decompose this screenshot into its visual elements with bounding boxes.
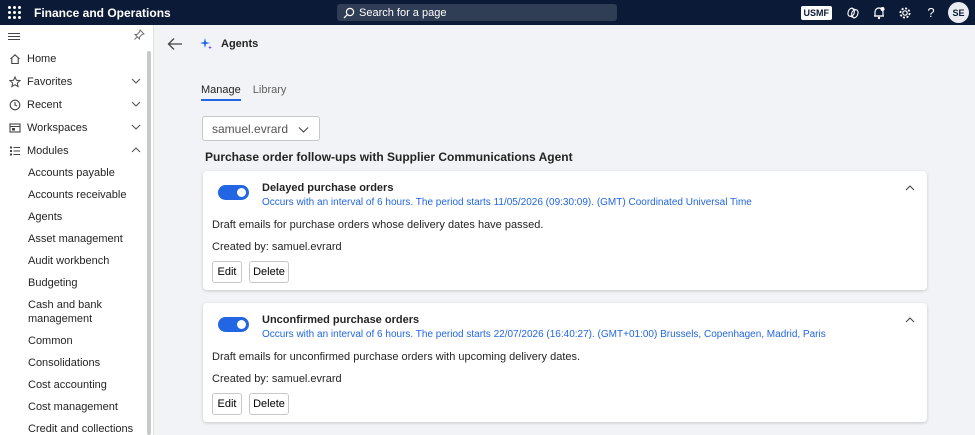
tab-manage[interactable]: Manage: [201, 84, 241, 101]
workspace-icon: [8, 121, 21, 134]
nav-item-modules[interactable]: Modules: [0, 139, 153, 162]
back-arrow-icon[interactable]: [167, 37, 183, 51]
delete-button[interactable]: Delete: [249, 393, 289, 415]
module-accounts-payable[interactable]: Accounts payable: [0, 162, 153, 184]
module-cash-and-bank-management[interactable]: Cash and bank management: [0, 294, 153, 330]
delete-button[interactable]: Delete: [249, 261, 289, 283]
agent-card: Delayed purchase orders Occurs with an i…: [203, 171, 927, 290]
agent-card-created-by: Created by: samuel.evrard: [212, 373, 342, 385]
module-cost-accounting[interactable]: Cost accounting: [0, 374, 153, 396]
nav-item-workspaces[interactable]: Workspaces: [0, 116, 153, 139]
pin-icon[interactable]: [133, 29, 145, 43]
agent-card-description: Draft emails for purchase orders whose d…: [212, 219, 544, 231]
edit-button[interactable]: Edit: [212, 393, 242, 415]
copilot-icon[interactable]: [840, 0, 866, 25]
module-cost-management[interactable]: Cost management: [0, 396, 153, 418]
home-icon: [8, 52, 21, 65]
agent-card-description: Draft emails for unconfirmed purchase or…: [212, 351, 581, 363]
top-bar: Finance and Operations Search for a page…: [0, 0, 975, 25]
module-accounts-receivable[interactable]: Accounts receivable: [0, 184, 153, 206]
page-title: Agents: [221, 38, 259, 50]
agent-card: Unconfirmed purchase orders Occurs with …: [203, 303, 927, 422]
app-title[interactable]: Finance and Operations: [34, 6, 171, 20]
agent-card-created-by: Created by: samuel.evrard: [212, 241, 342, 253]
navigation-pane: Home Favorites Recent Workspaces Modules…: [0, 25, 154, 435]
waffle-icon: [7, 6, 21, 19]
module-agents[interactable]: Agents: [0, 206, 153, 228]
sidebar-scrollbar[interactable]: [147, 51, 151, 435]
main-content: Agents Manage Library samuel.evrard Purc…: [155, 25, 975, 435]
agent-card-schedule[interactable]: Occurs with an interval of 6 hours. The …: [262, 197, 752, 208]
chevron-down-icon[interactable]: [131, 76, 141, 86]
edit-button[interactable]: Edit: [212, 261, 242, 283]
module-credit-and-collections[interactable]: Credit and collections: [0, 418, 153, 435]
user-dropdown[interactable]: samuel.evrard: [202, 116, 320, 141]
module-common[interactable]: Common: [0, 330, 153, 352]
chevron-down-icon[interactable]: [131, 99, 141, 109]
search-input[interactable]: Search for a page: [337, 4, 617, 21]
module-asset-management[interactable]: Asset management: [0, 228, 153, 250]
app-launcher-button[interactable]: [0, 0, 28, 25]
star-icon: [8, 75, 21, 88]
chevron-up-icon[interactable]: [905, 183, 915, 193]
help-icon[interactable]: ?: [918, 0, 944, 25]
search-placeholder: Search for a page: [359, 6, 447, 19]
nav-item-recent[interactable]: Recent: [0, 93, 153, 116]
module-audit-workbench[interactable]: Audit workbench: [0, 250, 153, 272]
nav-item-favorites[interactable]: Favorites: [0, 70, 153, 93]
module-consolidations[interactable]: Consolidations: [0, 352, 153, 374]
nav-item-home[interactable]: Home: [0, 47, 153, 70]
chevron-up-icon[interactable]: [905, 315, 915, 325]
tab-list: Manage Library: [201, 84, 298, 101]
enable-toggle[interactable]: [218, 185, 249, 200]
chevron-down-icon: [298, 127, 309, 133]
clock-icon: [8, 98, 21, 111]
user-avatar[interactable]: SE: [948, 2, 969, 23]
notifications-icon[interactable]: [866, 0, 892, 25]
enable-toggle[interactable]: [218, 317, 249, 332]
agent-card-title: Unconfirmed purchase orders: [262, 314, 420, 326]
list-icon: [8, 144, 21, 157]
user-dropdown-value: samuel.evrard: [212, 121, 289, 136]
company-picker[interactable]: USMF: [800, 5, 832, 20]
settings-gear-icon[interactable]: [892, 0, 918, 25]
sparkle-icon: [200, 38, 212, 50]
hamburger-menu-icon[interactable]: [8, 31, 20, 42]
search-icon: [343, 7, 355, 18]
chevron-down-icon[interactable]: [131, 122, 141, 132]
chevron-up-icon[interactable]: [131, 145, 141, 155]
module-budgeting[interactable]: Budgeting: [0, 272, 153, 294]
agent-card-schedule[interactable]: Occurs with an interval of 6 hours. The …: [262, 329, 826, 340]
agent-card-title: Delayed purchase orders: [262, 182, 394, 194]
section-title: Purchase order follow-ups with Supplier …: [205, 150, 573, 164]
tab-library[interactable]: Library: [253, 84, 287, 101]
